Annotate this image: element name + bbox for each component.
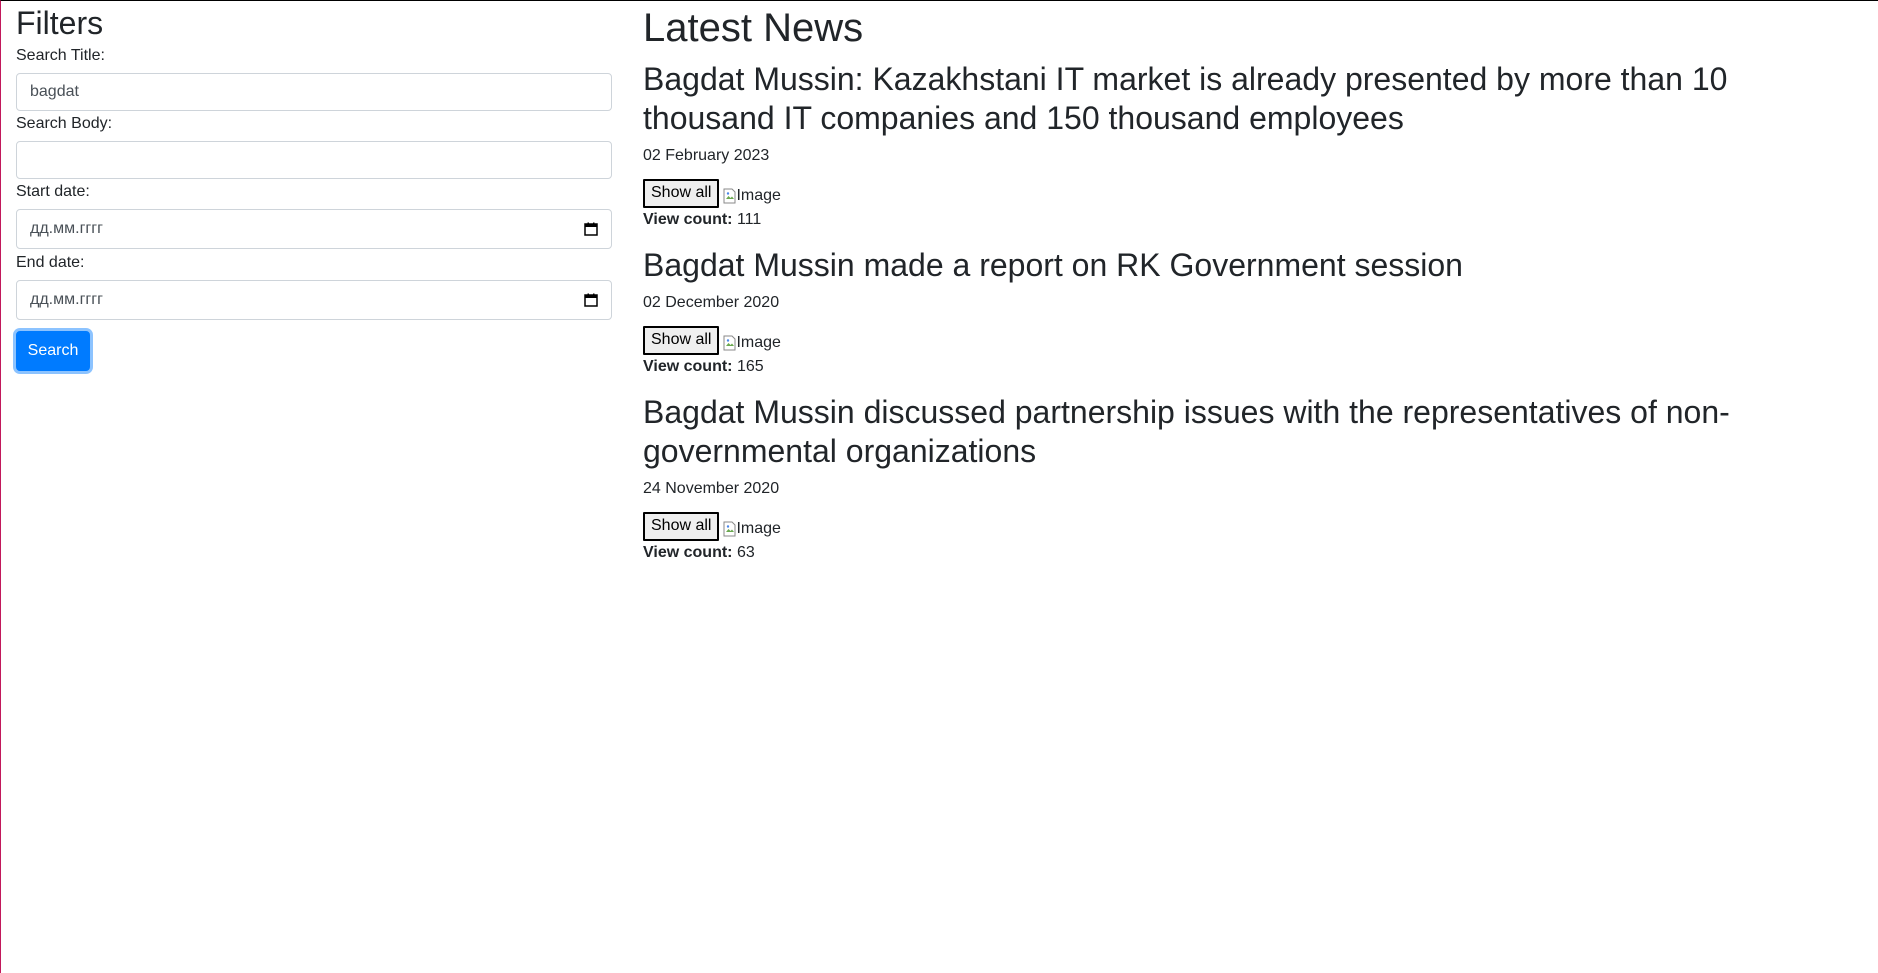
image-alt-text: Image <box>736 519 781 537</box>
search-body-input[interactable] <box>16 141 612 179</box>
filters-panel: Filters Search Title: bagdat Search Body… <box>1 1 612 973</box>
start-date-label: Start date: <box>16 183 90 200</box>
show-all-button[interactable]: Show all <box>643 178 720 208</box>
news-date: 02 December 2020 <box>643 294 780 311</box>
image-alt-text: Image <box>736 186 781 204</box>
news-actions: Show all Image <box>643 178 1878 208</box>
search-body-label: Search Body: <box>16 115 113 132</box>
filters-heading: Filters <box>16 5 104 41</box>
view-count: View count: 111 <box>643 210 1878 230</box>
news-item: Bagdat Mussin made a report on RK Govern… <box>643 246 1878 377</box>
news-image: Image <box>723 333 781 352</box>
news-item: Bagdat Mussin: Kazakhstani IT market is … <box>643 60 1878 230</box>
broken-image-icon <box>723 188 736 204</box>
show-all-button[interactable]: Show all <box>643 325 720 355</box>
search-title-label: Search Title: <box>16 47 105 64</box>
view-count-value: 63 <box>736 544 755 561</box>
search-button[interactable]: Search <box>16 331 90 371</box>
view-count-label: View count: <box>643 358 733 375</box>
calendar-icon[interactable] <box>584 222 598 236</box>
news-image: Image <box>723 186 781 205</box>
news-date: 24 November 2020 <box>643 480 780 497</box>
search-title-value: bagdat <box>30 83 79 100</box>
news-title: Bagdat Mussin made a report on RK Govern… <box>643 247 1463 283</box>
view-count-value: 111 <box>736 211 762 228</box>
news-image: Image <box>723 519 781 538</box>
news-heading: Latest News <box>643 6 864 50</box>
broken-image-icon <box>723 335 736 351</box>
page-container: Filters Search Title: bagdat Search Body… <box>1 1 1878 973</box>
news-actions: Show all Image <box>643 511 1878 541</box>
broken-image-icon <box>723 521 736 537</box>
end-date-placeholder: дд.мм.гггг <box>30 291 103 308</box>
news-item: Bagdat Mussin discussed partnership issu… <box>643 393 1878 563</box>
end-date-label: End date: <box>16 254 85 271</box>
view-count-label: View count: <box>643 544 733 561</box>
news-date: 02 February 2023 <box>643 147 770 164</box>
view-count-value: 165 <box>736 358 764 375</box>
start-date-placeholder: дд.мм.гггг <box>30 220 103 237</box>
view-count: View count: 63 <box>643 543 1878 563</box>
news-title: Bagdat Mussin discussed partnership issu… <box>643 394 1730 469</box>
search-title-input[interactable]: bagdat <box>16 73 612 111</box>
start-date-input[interactable]: дд.мм.гггг <box>16 209 612 249</box>
view-count-label: View count: <box>643 211 733 228</box>
view-count: View count: 165 <box>643 357 1878 377</box>
calendar-icon[interactable] <box>584 293 598 307</box>
show-all-button[interactable]: Show all <box>643 511 720 541</box>
end-date-input[interactable]: дд.мм.гггг <box>16 280 612 320</box>
news-actions: Show all Image <box>643 325 1878 355</box>
news-title: Bagdat Mussin: Kazakhstani IT market is … <box>643 61 1728 136</box>
news-panel: Latest News Bagdat Mussin: Kazakhstani I… <box>597 1 1878 973</box>
image-alt-text: Image <box>736 333 781 351</box>
